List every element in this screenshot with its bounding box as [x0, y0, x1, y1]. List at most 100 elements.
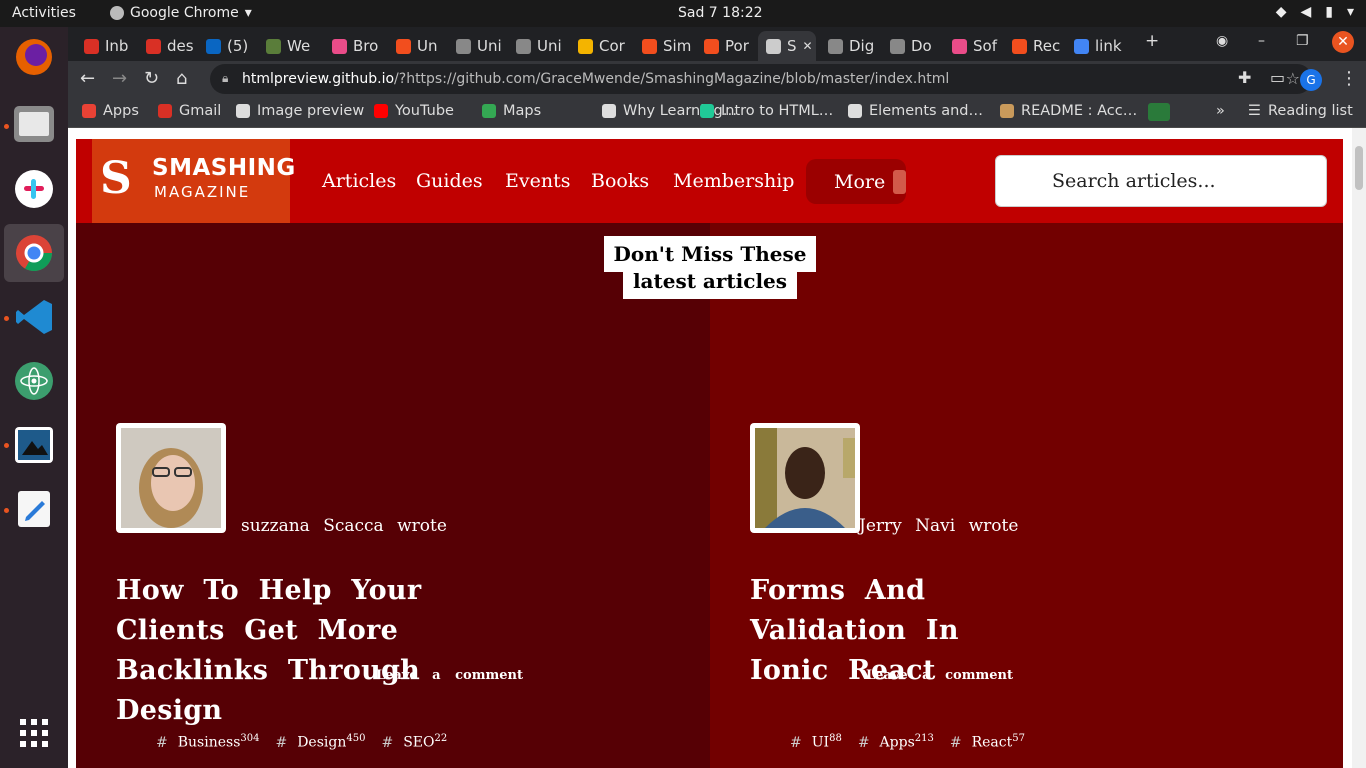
- page-scrollbar[interactable]: [1352, 128, 1366, 768]
- scrollbar-thumb[interactable]: [1355, 146, 1363, 190]
- tag-item[interactable]: # UI88: [790, 733, 842, 751]
- profile-avatar[interactable]: G: [1300, 69, 1322, 91]
- more-button[interactable]: More: [806, 159, 906, 204]
- slack-icon[interactable]: [12, 167, 56, 211]
- tab-label: des: [167, 37, 194, 55]
- chevron-down-icon: ▾: [244, 5, 252, 21]
- reload-icon[interactable]: ↻: [144, 68, 159, 89]
- logo-text-line1: SMASHING: [152, 155, 296, 181]
- tab-label: Por: [725, 37, 749, 55]
- google-icon: [1074, 38, 1089, 54]
- tab-label: link: [1095, 37, 1122, 55]
- tab-label: Bro: [353, 37, 379, 55]
- browser-tab[interactable]: We: [258, 31, 320, 61]
- browser-tab[interactable]: Uni: [448, 31, 504, 61]
- browser-tab[interactable]: Dig: [820, 31, 878, 61]
- browser-tab[interactable]: Un: [388, 31, 444, 61]
- article-title[interactable]: How To Help Your Clients Get More Backli…: [116, 571, 536, 731]
- latest-articles-heading: Don't Miss These latest articles: [581, 236, 839, 299]
- activities-button[interactable]: Activities: [12, 5, 76, 21]
- browser-tab[interactable]: Por: [696, 31, 754, 61]
- tag-count: 450: [346, 733, 366, 744]
- address-bar[interactable]: 🔒︎ htmlpreview.github.io/?https://github…: [210, 64, 1312, 94]
- nav-events[interactable]: Events: [505, 170, 570, 192]
- bookmark-item[interactable]: Intro to HTML…: [700, 103, 833, 119]
- home-icon[interactable]: ⌂: [176, 68, 187, 89]
- reading-list-button[interactable]: ☰ Reading list: [1248, 103, 1353, 119]
- clock[interactable]: Sad 7 18:22: [678, 5, 763, 21]
- tab-label: Inb: [105, 37, 129, 55]
- browser-tab[interactable]: Inb: [76, 31, 134, 61]
- figma-icon: [1012, 38, 1027, 54]
- new-tab-button[interactable]: +: [1145, 31, 1159, 51]
- tab-label: Uni: [537, 37, 562, 55]
- bookmark-star-icon[interactable]: ☆: [1286, 69, 1300, 88]
- apps-grid-icon: [82, 104, 96, 118]
- close-window-button[interactable]: ✕: [1332, 31, 1354, 53]
- browser-tab[interactable]: S ✕: [758, 31, 816, 61]
- site-logo[interactable]: S SMASHING MAGAZINE: [92, 139, 295, 223]
- leave-comment-link[interactable]: Leave a comment: [376, 668, 523, 683]
- files-icon[interactable]: [12, 101, 56, 145]
- tab-search-icon[interactable]: ◉: [1216, 33, 1228, 49]
- firefox-icon[interactable]: [12, 35, 56, 79]
- leave-comment-link[interactable]: Leave a comment: [866, 668, 1013, 683]
- bookmark-item[interactable]: Maps: [482, 103, 541, 119]
- nav-membership[interactable]: Membership: [673, 170, 794, 192]
- browser-tab[interactable]: Cor: [570, 31, 630, 61]
- browser-tab[interactable]: (5): [198, 31, 254, 61]
- minimize-button[interactable]: –: [1258, 33, 1265, 49]
- chrome-dock-icon[interactable]: [4, 224, 64, 282]
- browser-tab[interactable]: Do: [882, 31, 940, 61]
- bookmark-extra-icon[interactable]: [1148, 103, 1170, 121]
- bookmark-item[interactable]: Gmail: [158, 103, 221, 119]
- nav-articles[interactable]: Articles: [322, 170, 396, 192]
- globe-icon: [766, 38, 781, 54]
- browser-toolbar: ← → ↻ ⌂ 🔒︎ htmlpreview.github.io/?https:…: [68, 61, 1366, 97]
- tag-item[interactable]: # SEO22: [381, 733, 447, 751]
- cast-icon[interactable]: ▭: [1270, 68, 1285, 87]
- nav-guides[interactable]: Guides: [416, 170, 483, 192]
- tree-icon: [266, 38, 281, 54]
- extensions-icon[interactable]: ✚: [1238, 68, 1251, 87]
- app-menu[interactable]: Google Chrome ▾: [110, 5, 252, 21]
- forward-icon[interactable]: →: [112, 68, 127, 89]
- tag-item[interactable]: # React57: [950, 733, 1025, 751]
- browser-tab[interactable]: des: [138, 31, 194, 61]
- vscode-icon[interactable]: [12, 295, 56, 339]
- close-tab-icon[interactable]: ✕: [803, 39, 813, 53]
- cat-icon: [893, 169, 906, 194]
- figma-icon: [704, 38, 719, 54]
- author-avatar[interactable]: [116, 423, 226, 533]
- bookmark-item[interactable]: YouTube: [374, 103, 454, 119]
- author-avatar[interactable]: [750, 423, 860, 533]
- back-icon[interactable]: ←: [80, 68, 95, 89]
- tag-item[interactable]: # Apps213: [858, 733, 934, 751]
- bookmark-item[interactable]: Apps: [82, 103, 139, 119]
- atom-icon[interactable]: [12, 359, 56, 403]
- tag-count: 22: [434, 733, 448, 744]
- restore-button[interactable]: ❐: [1296, 33, 1309, 49]
- nav-books[interactable]: Books: [591, 170, 649, 192]
- bookmark-item[interactable]: README : Acc…: [1000, 103, 1137, 119]
- bookmarks-overflow-icon[interactable]: »: [1216, 103, 1225, 119]
- browser-tab[interactable]: Sof: [944, 31, 1000, 61]
- system-tray[interactable]: ◆ ◀ ▮ ▾: [1276, 4, 1354, 20]
- bookmark-item[interactable]: Image preview: [236, 103, 364, 119]
- menu-icon[interactable]: ⋮: [1340, 68, 1358, 89]
- text-editor-icon[interactable]: [12, 487, 56, 531]
- author-photo: [121, 428, 221, 528]
- browser-tab[interactable]: link: [1066, 31, 1130, 61]
- show-apps-icon[interactable]: [12, 711, 56, 755]
- tag-item[interactable]: # Business304: [156, 733, 259, 751]
- system-top-bar: Activities Google Chrome ▾ Sad 7 18:22 ◆…: [0, 0, 1366, 27]
- tab-label: (5): [227, 37, 249, 55]
- browser-tab[interactable]: Rec: [1004, 31, 1062, 61]
- browser-tab[interactable]: Uni: [508, 31, 566, 61]
- shotwell-icon[interactable]: [12, 423, 56, 467]
- tag-item[interactable]: # Design450: [275, 733, 365, 751]
- bookmark-item[interactable]: Elements and…: [848, 103, 983, 119]
- browser-tab[interactable]: Sim: [634, 31, 692, 61]
- browser-tab[interactable]: Bro: [324, 31, 384, 61]
- search-input[interactable]: [995, 155, 1327, 207]
